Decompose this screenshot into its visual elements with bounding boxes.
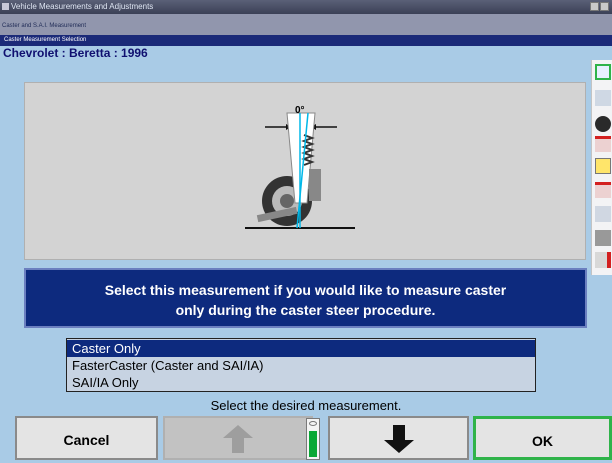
cancel-label: Cancel [63,432,110,448]
tool-sidebar [591,60,612,275]
tools-icon[interactable] [595,252,611,268]
checkered-flag-icon[interactable] [595,230,611,246]
ok-label: OK [532,433,553,449]
subheader-bar: Caster and S.A.I. Measurement [0,14,612,35]
cancel-button[interactable]: Cancel [15,416,158,460]
caster-angle-label: 0° [295,105,305,116]
prompt-text: Select the desired measurement. [210,398,402,413]
tire-icon[interactable] [595,116,611,132]
print-icon[interactable] [595,206,611,222]
description-line-2: only during the caster steer procedure. [175,302,436,318]
section-bar: Caster Measurement Selection [0,35,612,46]
subheader-title: Caster and S.A.I. Measurement [2,23,87,29]
move-down-button[interactable] [328,416,469,460]
list-item[interactable]: Caster Only [67,340,535,357]
measurement-list: Caster Only FasterCaster (Caster and SAI… [66,338,536,392]
list-item[interactable]: SAI/IA Only [67,374,535,391]
arrow-up-icon [223,425,253,453]
window-title: Vehicle Measurements and Adjustments [11,2,154,11]
caster-illustration: 0° [24,82,586,260]
help-icon[interactable] [595,64,611,80]
app-icon [2,3,9,10]
adjust-icon[interactable] [595,182,611,198]
move-up-button[interactable] [163,416,313,460]
specs-icon[interactable] [595,90,611,106]
minimize-icon[interactable] [590,2,599,11]
alignment-icon[interactable] [595,158,611,174]
meter-indicator [309,421,317,426]
description-line-1: Select this measurement if you would lik… [104,282,507,298]
window-titlebar: Vehicle Measurements and Adjustments [0,0,612,14]
level-meter [306,418,320,460]
vehicle-label: Chevrolet : Beretta : 1996 [3,46,148,60]
description-panel: Select this measurement if you would lik… [24,268,587,328]
list-item[interactable]: FasterCaster (Caster and SAI/IA) [67,357,535,374]
section-title: Caster Measurement Selection [4,37,87,43]
wheel-diagram: 0° [245,105,355,229]
ok-button[interactable]: OK [473,416,612,460]
readings-icon[interactable] [595,136,611,152]
meter-fill [309,431,317,457]
arrow-down-icon [384,425,414,453]
close-icon[interactable] [600,2,609,11]
